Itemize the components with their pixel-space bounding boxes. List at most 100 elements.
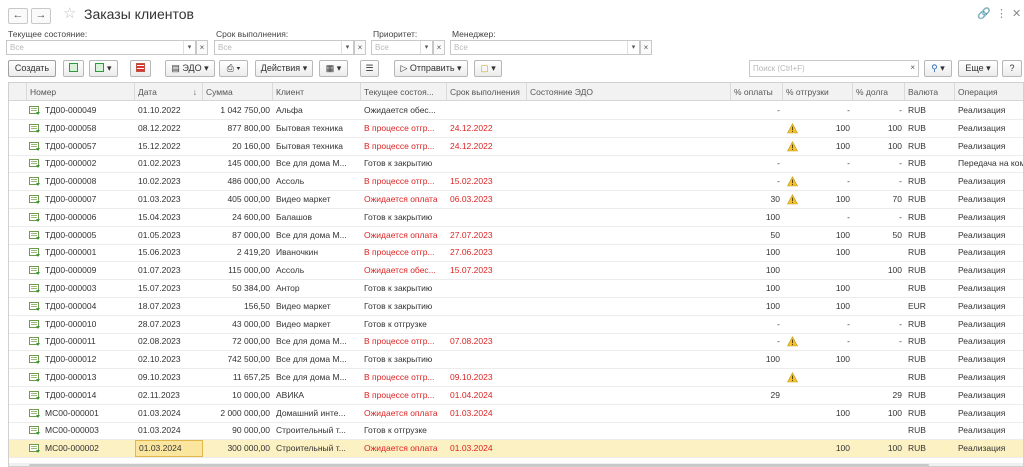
filter-manager-input[interactable]: Все ▾ [450,40,640,55]
table-row[interactable]: ТД00-000058 08.12.2022 877 800,00 Бытовая т… [9,120,1023,138]
cell-pay: - [777,176,780,187]
filter-priority-input[interactable]: Все ▾ [371,40,433,55]
table-row[interactable]: МС00-000002 01.03.2024 300 000,00 Строитель… [9,440,1023,459]
column-header-state[interactable]: Текущее состоя... [361,83,447,101]
attachments-button[interactable]: ▢ ▾ [474,60,502,77]
cell-state: Готов к закрытию [364,211,433,222]
filter-priority-clear[interactable]: × [433,40,445,55]
link-icon[interactable]: 🔗 [977,8,991,20]
filter-manager-clear[interactable]: × [640,40,652,55]
table-row[interactable]: ТД00-000003 15.07.2023 50 384,00 Антор Готов… [9,280,1023,298]
help-button[interactable]: ? [1002,60,1022,77]
table-row[interactable]: ТД00-000049 01.10.2022 1 042 750,00 Альфа Ож… [9,102,1023,120]
print-button[interactable]: ⎙ ▾ [219,60,248,77]
column-header-edo[interactable]: Состояние ЭДО [527,83,731,101]
list-settings-button[interactable]: ☰ [360,60,379,77]
chevron-down-icon[interactable]: ▾ [627,41,639,54]
cell-number: ТД00-000003 [45,283,97,293]
edo-button[interactable]: ▤ ЭДО ▾ [165,60,215,77]
cell-client: Строительный т... [276,443,346,454]
horizontal-scrollbar[interactable] [9,463,1023,466]
filter-deadline-input[interactable]: Все ▾ [214,40,354,55]
column-header-client[interactable]: Клиент [273,83,361,101]
table-row[interactable]: МС00-000001 01.03.2024 2 000 000,00 Домашни… [9,405,1023,423]
cell-currency: RUB [908,283,926,293]
column-header-operation[interactable]: Операция [955,83,1023,101]
table-row[interactable]: ТД00-000005 01.05.2023 87 000,00 Все для до… [9,227,1023,245]
column-header-number[interactable]: Номер [27,83,135,101]
search-button[interactable]: ⚲ ▾ [924,60,952,77]
back-button[interactable]: ← [8,8,28,24]
cell-pay: - [777,158,780,169]
cell-sum: 156,50 [244,300,270,311]
reports-button[interactable]: ▦ ▾ [319,60,348,77]
cell-debt: 100 [887,140,902,151]
table-row[interactable]: ТД00-000006 15.04.2023 24 600,00 Балашов Гот… [9,209,1023,227]
chevron-down-icon[interactable]: ▾ [341,41,353,54]
cell-sum: 20 160,00 [232,140,270,151]
close-icon[interactable]: ✕ [1012,8,1021,20]
create-dropdown-button[interactable]: ▾ [89,60,118,77]
column-header-pay[interactable]: % оплаты [731,83,783,101]
column-header-deadline[interactable]: Срок выполнения [447,83,527,101]
table-row[interactable]: ТД00-000008 10.02.2023 486 000,00 Ассоль В п… [9,173,1023,192]
table-row[interactable]: ТД00-000001 15.06.2023 2 419,20 Иваночкин В … [9,244,1023,263]
table-row[interactable]: ТД00-000014 02.11.2023 10 000,00 АВИКА В про… [9,387,1023,405]
cell-currency: RUB [908,140,926,151]
filter-state-input[interactable]: Все ▾ [6,40,196,55]
order-document-icon [29,426,40,436]
cell-operation: Передача на ком [958,158,1024,169]
chevron-down-icon[interactable]: ▾ [420,41,432,54]
cell-pay: 100 [765,211,780,222]
cell-deadline [447,209,527,226]
cell-operation: Реализация [958,336,1006,347]
actions-button[interactable]: Действия ▾ [255,60,313,77]
send-button[interactable]: ▷ Отправить ▾ [394,60,468,77]
table-row[interactable]: ТД00-000009 01.07.2023 115 000,00 Ассоль Ожи… [9,262,1023,281]
table-row[interactable]: ТД00-000002 01.02.2023 145 000,00 Все для д… [9,155,1024,174]
create-based-button[interactable] [63,60,84,77]
column-header-date-label: Дата [138,87,157,97]
cell-number: МС00-000003 [45,425,99,436]
order-document-icon [29,373,40,382]
cell-operation: Реализация [958,425,1006,436]
chevron-down-icon: ▾ [336,63,342,73]
table-row[interactable]: ТД00-000011 02.08.2023 72 000,00 Все для до… [9,333,1023,352]
table-row[interactable]: МС00-000003 01.03.2024 90 000,00 Строительн… [9,422,1023,441]
table-row[interactable]: ТД00-000013 09.10.2023 11 657,25 Все для до… [9,369,1023,387]
cell-number: ТД00-000049 [45,105,97,115]
more-vertical-icon[interactable]: ⋮ [996,8,1007,20]
table-row[interactable]: ТД00-000057 15.12.2022 20 160,00 Бытовая те… [9,138,1023,156]
print-report-button[interactable] [130,60,151,77]
cell-debt: 100 [887,443,902,454]
cell-debt: 70 [892,194,902,204]
order-document-icon [29,266,40,276]
table-row[interactable]: ТД00-000004 18.07.2023 156,50 Видео маркет Г… [9,298,1023,316]
column-header-date[interactable]: Дата ↓ [135,83,203,101]
column-header-debt[interactable]: % долга [853,83,905,101]
favorite-star-icon[interactable]: ☆ [63,6,76,22]
create-button[interactable]: Создать [8,60,56,77]
cell-debt [853,422,905,439]
search-input[interactable]: Поиск (Ctrl+F) × [749,60,919,77]
clear-icon[interactable]: × [910,63,915,72]
title-bar: ← → ☆ Заказы клиентов 🔗 ⋮ ✕ [0,0,1024,30]
filter-state-clear[interactable]: × [196,40,208,55]
cell-sum: 43 000,00 [232,318,270,329]
cell-sum: 300 000,00 [227,443,270,454]
chevron-down-icon: ▾ [940,63,945,73]
more-button[interactable]: Еще ▾ [958,60,998,77]
table-row[interactable]: ТД00-000007 01.03.2023 405 000,00 Видео мар… [9,191,1023,209]
column-header-sum[interactable]: Сумма [203,83,273,101]
table-row[interactable]: ТД00-000010 28.07.2023 43 000,00 Видео марк… [9,316,1023,334]
table-row[interactable]: ТД00-000012 02.10.2023 742 500,00 Все для д… [9,351,1023,370]
chevron-down-icon[interactable]: ▾ [183,41,195,54]
filter-deadline-clear[interactable]: × [354,40,366,55]
cell-pay: 100 [765,354,780,365]
clear-icon: × [643,43,649,52]
cell-operation: Реализация [958,265,1006,276]
forward-button[interactable]: → [31,8,51,24]
cell-pay [731,422,783,439]
column-header-currency[interactable]: Валюта [905,83,955,101]
column-header-ship[interactable]: % отгрузки [783,83,853,101]
